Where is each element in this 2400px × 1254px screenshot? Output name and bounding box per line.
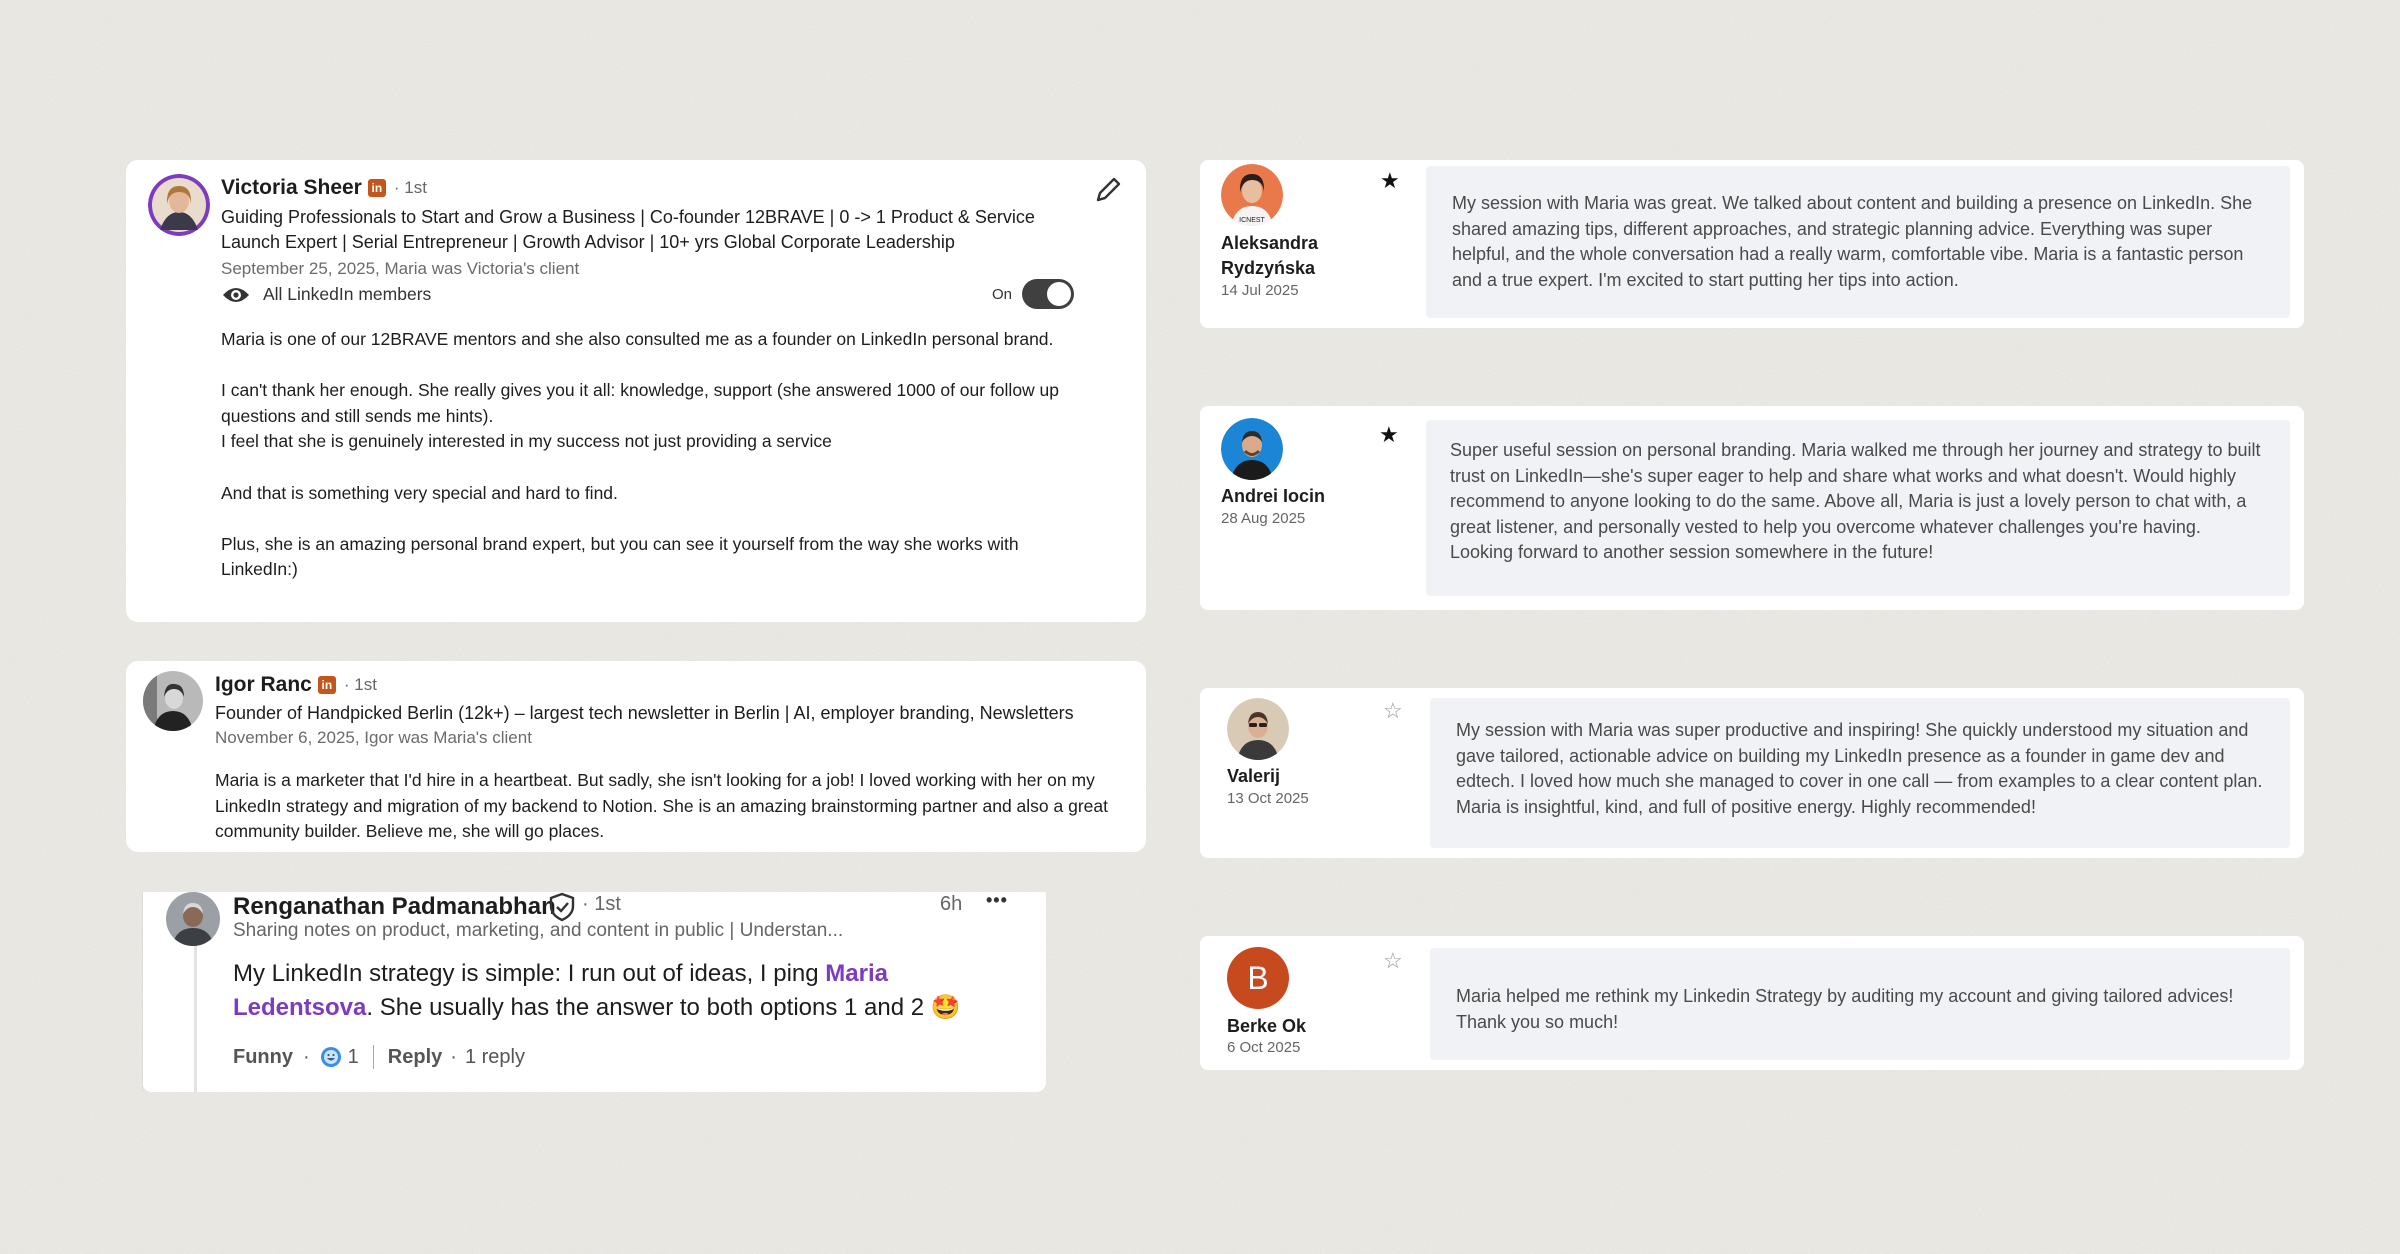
avatar[interactable] <box>1221 418 1283 480</box>
avatar[interactable] <box>1227 698 1289 760</box>
review-text: Maria helped me rethink my Linkedin Stra… <box>1456 986 2234 1032</box>
svg-text:ICNEST: ICNEST <box>1239 217 1265 224</box>
comment-text: My LinkedIn strategy is simple: I run ou… <box>233 960 961 1021</box>
testimonial-card: B ☆ Berke Ok 6 Oct 2025 Maria helped me … <box>1200 936 2304 1070</box>
visibility-toggle[interactable]: On <box>992 279 1075 309</box>
commenter-name[interactable]: Renganathan Padmanabhan <box>233 893 556 921</box>
reviewer-name: Valerij <box>1227 766 1281 786</box>
connection-degree: · 1st <box>393 178 427 197</box>
replies-count[interactable]: 1 reply <box>465 1046 525 1069</box>
star-filled-icon: ★ <box>1379 422 1399 447</box>
star-filled-icon: ★ <box>1380 168 1400 193</box>
recommender-name[interactable]: Victoria Sheer <box>221 176 362 200</box>
connection-degree: · 1st <box>343 675 377 694</box>
review-box: Super useful session on personal brandin… <box>1426 420 2290 596</box>
linkedin-badge-icon: in <box>317 676 336 694</box>
more-options-icon[interactable]: ••• <box>986 890 1008 911</box>
paragraph: I can't thank her enough. She really giv… <box>221 380 1060 426</box>
testimonial-card: ☆ Valerij 13 Oct 2025 My session with Ma… <box>1200 688 2304 858</box>
testimonial-card: ★ Andrei Iocin 28 Aug 2025 Super useful … <box>1200 406 2304 610</box>
reviewer-name: Andrei Iocin <box>1221 486 1326 506</box>
avatar-letter: B <box>1247 959 1269 996</box>
recommendation-card: Igor Ranc in · 1st Founder of Handpicked… <box>126 661 1146 852</box>
toggle-label: On <box>992 285 1013 303</box>
review-text: My session with Maria was great. We talk… <box>1452 193 2253 290</box>
review-date: 13 Oct 2025 <box>1227 790 1309 807</box>
paragraph: Plus, she is an amazing personal brand e… <box>221 533 1019 580</box>
avatar[interactable] <box>148 174 210 236</box>
connection-degree: · 1st <box>582 893 621 915</box>
funny-reaction-icon <box>320 1047 341 1067</box>
recommender-name[interactable]: Igor Ranc <box>215 673 312 697</box>
verified-shield-icon <box>549 892 575 922</box>
headline: Founder of Handpicked Berlin (12k+) – la… <box>215 703 1074 723</box>
review-box: My session with Maria was great. We talk… <box>1426 166 2290 318</box>
recommendation-text: Maria is a marketer that I'd hire in a h… <box>215 768 1125 845</box>
recommendation-card: Victoria Sheer in · 1st Guiding Professi… <box>126 160 1146 622</box>
paragraph: Maria is a marketer that I'd hire in a h… <box>215 770 1109 842</box>
reaction-count: 1 <box>347 1045 359 1068</box>
headline: Guiding Professionals to Start and Grow … <box>221 207 1035 252</box>
avatar[interactable]: B <box>1227 947 1289 1009</box>
commenter-headline: Sharing notes on product, marketing, and… <box>233 920 844 941</box>
eye-icon <box>223 287 249 302</box>
review-date: 14 Jul 2025 <box>1221 282 1299 299</box>
review-date: 6 Oct 2025 <box>1227 1039 1301 1056</box>
recommendation-text: Maria is one of our 12BRAVE mentors and … <box>221 327 1061 583</box>
relationship-meta: September 25, 2025, Maria was Victoria's… <box>221 259 580 278</box>
review-box: My session with Maria was super producti… <box>1430 698 2290 848</box>
review-text: My session with Maria was super producti… <box>1456 720 2263 817</box>
avatar[interactable] <box>143 671 203 731</box>
relationship-meta: November 6, 2025, Igor was Maria's clien… <box>215 728 532 747</box>
paragraph: I feel that she is genuinely interested … <box>221 431 832 452</box>
reply-button[interactable]: Reply <box>388 1046 442 1069</box>
visibility-row: All LinkedIn members <box>221 284 431 305</box>
reviewer-name: Berke Ok <box>1227 1016 1307 1036</box>
review-box: Maria helped me rethink my Linkedin Stra… <box>1430 948 2290 1060</box>
timestamp: 6h <box>940 893 963 915</box>
linkedin-badge-icon: in <box>367 179 386 197</box>
reviewer-name: Aleksandra Rydzyńska <box>1221 233 1319 278</box>
testimonial-card: ICNEST ★ Aleksandra Rydzyńska 14 Jul 202… <box>1200 160 2304 328</box>
reaction-button[interactable]: Funny <box>233 1046 293 1069</box>
comment-card: Renganathan Padmanabhan · 1st 6h ••• Sha… <box>142 890 1046 1092</box>
avatar[interactable] <box>166 892 220 946</box>
pencil-icon[interactable] <box>1092 174 1124 206</box>
toggle-switch[interactable] <box>1022 279 1075 309</box>
star-empty-icon[interactable]: ☆ <box>1383 700 1403 722</box>
paragraph: And that is something very special and h… <box>221 482 618 503</box>
review-text: Super useful session on personal brandin… <box>1450 440 2261 562</box>
comment-actions: Funny · 1 Reply · 1 reply <box>233 1045 525 1069</box>
visibility-label: All LinkedIn members <box>263 284 432 304</box>
avatar[interactable]: ICNEST <box>1221 164 1283 226</box>
star-empty-icon[interactable]: ☆ <box>1383 950 1403 972</box>
paragraph: Maria is one of our 12BRAVE mentors and … <box>221 329 1054 349</box>
review-date: 28 Aug 2025 <box>1221 510 1306 527</box>
